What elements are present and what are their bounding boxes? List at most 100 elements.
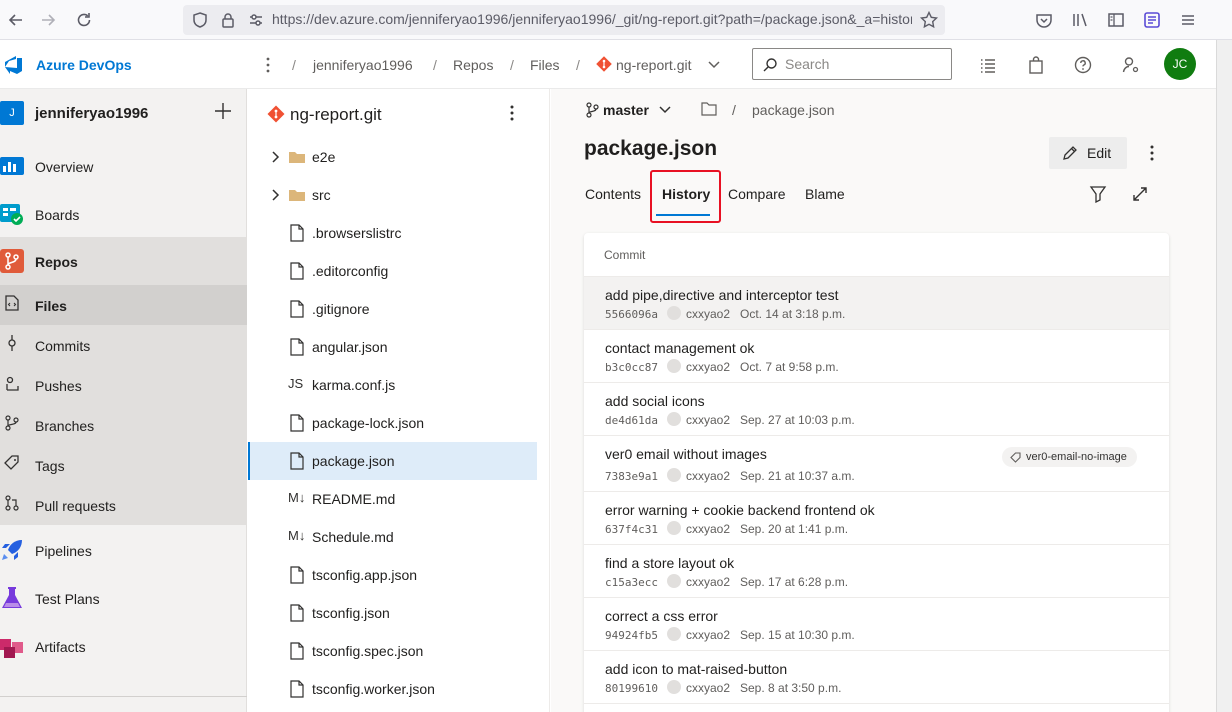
- reload-icon[interactable]: [74, 10, 94, 30]
- breadcrumb-files[interactable]: Files: [530, 57, 560, 73]
- path-file[interactable]: package.json: [752, 102, 835, 118]
- filter-icon[interactable]: [1089, 185, 1107, 203]
- commit-hash[interactable]: 5566096a: [605, 308, 658, 321]
- chevron-down-icon[interactable]: [708, 60, 720, 70]
- chevron-down-icon[interactable]: [659, 105, 671, 115]
- commit-hash[interactable]: 7383e9a1: [605, 470, 658, 483]
- commit-message[interactable]: add icon to mat-raised-button: [605, 661, 787, 677]
- reader-view-icon[interactable]: [1142, 10, 1162, 30]
- nav-item-pipelines[interactable]: Pipelines: [0, 530, 247, 570]
- pocket-icon[interactable]: [1034, 10, 1054, 30]
- commit-message[interactable]: ver0 email without images: [605, 446, 767, 462]
- task-list-icon[interactable]: [978, 55, 998, 75]
- azure-devops-logo-icon[interactable]: [2, 54, 24, 76]
- bookmark-star-icon[interactable]: [919, 10, 939, 30]
- nav-item-artifacts[interactable]: Artifacts: [0, 626, 247, 666]
- tab-contents[interactable]: Contents: [585, 186, 641, 202]
- commit-row[interactable]: error warning + cookie backend frontend …: [584, 492, 1169, 545]
- commit-hash[interactable]: 637f4c31: [605, 523, 658, 536]
- commit-message[interactable]: add social icons: [605, 393, 705, 409]
- user-settings-icon[interactable]: [1121, 55, 1141, 75]
- tree-file[interactable]: .editorconfig: [248, 252, 537, 290]
- nav-item-pull-requests[interactable]: Pull requests: [0, 485, 247, 525]
- tree-file[interactable]: tsconfig.spec.json: [248, 632, 537, 670]
- nav-item-tags[interactable]: Tags: [0, 445, 247, 485]
- tree-file[interactable]: .gitignore: [248, 290, 537, 328]
- commit-message[interactable]: error warning + cookie backend frontend …: [605, 502, 875, 518]
- nav-item-test-plans[interactable]: Test Plans: [0, 578, 247, 618]
- commit-message[interactable]: find a store layout ok: [605, 555, 734, 571]
- commit-message[interactable]: contact management ok: [605, 340, 754, 356]
- nav-item-pushes[interactable]: Pushes: [0, 365, 247, 405]
- commit-message[interactable]: add pipe,directive and interceptor test: [605, 287, 838, 303]
- shield-icon[interactable]: [190, 10, 210, 30]
- commit-row[interactable]: ver0 email without images 7383e9a1 cxxya…: [584, 436, 1169, 492]
- commit-hash[interactable]: 94924fb5: [605, 629, 658, 642]
- commit-hash[interactable]: c15a3ecc: [605, 576, 658, 589]
- nav-item-commits[interactable]: Commits: [0, 325, 247, 365]
- tree-item-label: package-lock.json: [312, 415, 425, 431]
- commit-message[interactable]: correct a css error: [605, 608, 718, 624]
- tree-file[interactable]: tsconfig.worker.json: [248, 670, 537, 708]
- tab-blame[interactable]: Blame: [805, 186, 845, 202]
- tree-file[interactable]: .browserslistrc: [248, 214, 537, 252]
- tree-file-selected[interactable]: package.json: [248, 442, 537, 480]
- forward-arrow-icon[interactable]: [38, 10, 58, 30]
- help-icon[interactable]: [1073, 55, 1093, 75]
- nav-item-repos[interactable]: Repos: [0, 237, 247, 285]
- nav-item-overview[interactable]: Overview: [0, 146, 247, 186]
- tree-folder-e2e[interactable]: e2e: [248, 138, 537, 176]
- commit-row[interactable]: find a store layout ok c15a3ecc cxxyao2 …: [584, 545, 1169, 598]
- page-scrollbar[interactable]: [1216, 40, 1232, 712]
- add-icon[interactable]: [212, 100, 234, 122]
- sidebar-icon[interactable]: [1106, 10, 1126, 30]
- commit-row[interactable]: add pipe,directive and interceptor test …: [584, 277, 1169, 330]
- branch-selector[interactable]: master: [603, 102, 649, 118]
- commit-row[interactable]: contact management ok b3c0cc87 cxxyao2 O…: [584, 330, 1169, 383]
- repository-name[interactable]: ng-report.git: [290, 105, 382, 125]
- tag-badge[interactable]: ver0-email-no-image: [1002, 447, 1137, 467]
- avatar[interactable]: JC: [1164, 48, 1196, 80]
- tree-file[interactable]: M↓ README.md: [248, 480, 537, 518]
- commit-row[interactable]: add icon to mat-raised-button 80199610 c…: [584, 651, 1169, 704]
- edit-button[interactable]: Edit: [1049, 137, 1127, 169]
- nav-item-boards[interactable]: Boards: [0, 194, 247, 234]
- url-text[interactable]: https://dev.azure.com/jenniferyao1996/je…: [272, 11, 912, 27]
- hamburger-menu-icon[interactable]: [1178, 10, 1198, 30]
- search-box[interactable]: [752, 48, 952, 80]
- commit-row[interactable]: correct a css error 94924fb5 cxxyao2 Sep…: [584, 598, 1169, 651]
- marketplace-bag-icon[interactable]: [1026, 55, 1046, 75]
- commit-hash[interactable]: 80199610: [605, 682, 658, 695]
- tree-file[interactable]: tsconfig.json: [248, 594, 537, 632]
- breadcrumb-repository[interactable]: ng-report.git: [616, 57, 691, 73]
- tree-file[interactable]: JS karma.conf.js: [248, 366, 537, 404]
- tree-file[interactable]: tsconfig.app.json: [248, 556, 537, 594]
- chevron-right-icon[interactable]: [270, 151, 280, 163]
- commit-hash[interactable]: de4d61da: [605, 414, 658, 427]
- back-arrow-icon[interactable]: [6, 10, 26, 30]
- nav-item-files[interactable]: Files: [0, 285, 247, 325]
- breadcrumb-organization[interactable]: jenniferyao1996: [313, 57, 413, 73]
- expand-icon[interactable]: [1131, 185, 1149, 203]
- tree-file[interactable]: package-lock.json: [248, 404, 537, 442]
- more-vertical-icon[interactable]: [264, 56, 272, 74]
- more-vertical-icon[interactable]: [1148, 143, 1156, 163]
- tree-file[interactable]: angular.json: [248, 328, 537, 366]
- search-input[interactable]: [785, 56, 945, 72]
- breadcrumb-repos[interactable]: Repos: [453, 57, 493, 73]
- folder-icon[interactable]: [701, 102, 717, 116]
- commit-hash[interactable]: b3c0cc87: [605, 361, 658, 374]
- tab-compare[interactable]: Compare: [728, 186, 786, 202]
- permissions-icon[interactable]: [246, 10, 266, 30]
- lock-icon[interactable]: [218, 10, 238, 30]
- tree-folder-src[interactable]: src: [248, 176, 537, 214]
- commit-row[interactable]: add social icons de4d61da cxxyao2 Sep. 2…: [584, 383, 1169, 436]
- product-title[interactable]: Azure DevOps: [36, 57, 132, 73]
- library-icon[interactable]: [1070, 10, 1090, 30]
- nav-item-branches[interactable]: Branches: [0, 405, 247, 445]
- tree-file[interactable]: M↓ Schedule.md: [248, 518, 537, 556]
- more-vertical-icon[interactable]: [506, 103, 518, 123]
- chevron-right-icon[interactable]: [270, 189, 280, 201]
- project-header[interactable]: J jenniferyao1996: [0, 89, 247, 135]
- project-name[interactable]: jenniferyao1996: [35, 105, 148, 122]
